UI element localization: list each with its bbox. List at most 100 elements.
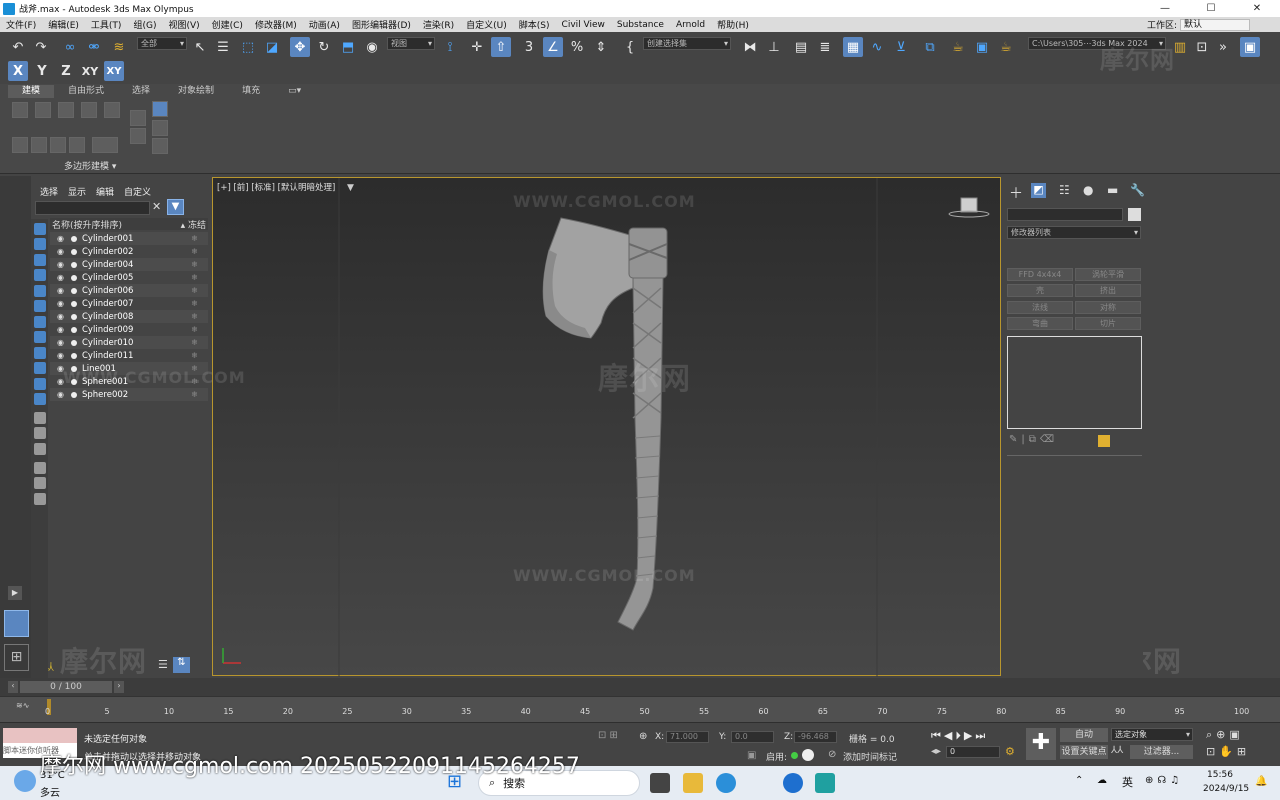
- explorer-item[interactable]: ◉ Cylinder010 ❄: [50, 336, 208, 349]
- ribbon-tab-selection[interactable]: 选择: [118, 85, 164, 98]
- modifier-slice-button[interactable]: 切片: [1075, 317, 1141, 330]
- ribbon-tab-populate[interactable]: 填充: [228, 85, 274, 98]
- render-icon[interactable]: ☕: [996, 37, 1016, 57]
- time-slider-thumb[interactable]: 0 / 100: [20, 681, 112, 693]
- menu-edit[interactable]: 编辑(E): [42, 18, 85, 31]
- modifier-ffd-button[interactable]: FFD 4x4x4: [1007, 268, 1073, 281]
- key-filter-icon[interactable]: ⅄⅄: [1111, 745, 1123, 756]
- viewport-layout-icon[interactable]: ▣: [1240, 37, 1260, 57]
- ribbon-tab-freeform[interactable]: 自由形式: [54, 85, 118, 98]
- select-object-icon[interactable]: ↖: [190, 37, 210, 57]
- angle-snap-icon[interactable]: ∠: [543, 37, 563, 57]
- current-frame-field[interactable]: 0: [946, 746, 1000, 758]
- motion-tab-icon[interactable]: ●: [1083, 183, 1093, 197]
- visibility-eye-icon[interactable]: ◉: [57, 312, 67, 321]
- modifier-stack-list[interactable]: [1007, 336, 1142, 429]
- clock-time[interactable]: 15:56: [1207, 770, 1233, 780]
- menu-animation[interactable]: 动画(A): [303, 18, 346, 31]
- notification-icon[interactable]: 🔔: [1255, 776, 1267, 787]
- filter-funnel-icon[interactable]: [34, 477, 46, 489]
- sort-icon[interactable]: ⇅: [173, 657, 190, 673]
- menu-scripting[interactable]: 脚本(S): [513, 18, 556, 31]
- display-lights-icon[interactable]: [34, 254, 46, 266]
- set-key-button[interactable]: 设置关键点: [1060, 745, 1108, 759]
- menu-group[interactable]: 组(G): [127, 18, 162, 31]
- link-icon[interactable]: ∞: [60, 37, 80, 57]
- curve-editor-icon[interactable]: ∿: [867, 37, 887, 57]
- modifier-shell-button[interactable]: 壳: [1007, 284, 1073, 297]
- render-frame-icon[interactable]: ▣: [972, 37, 992, 57]
- ribbon-side-btn-5[interactable]: [152, 138, 168, 154]
- time-prev-icon[interactable]: ‹: [8, 681, 18, 693]
- visibility-eye-icon[interactable]: ◉: [57, 351, 67, 360]
- freeze-icon[interactable]: ❄: [191, 351, 198, 360]
- time-tag-icon[interactable]: ⊘: [828, 749, 836, 760]
- mirror-icon[interactable]: ⧓: [740, 37, 760, 57]
- ribbon-side-btn-1[interactable]: [130, 110, 146, 126]
- modifier-turbosmooth-button[interactable]: 涡轮平滑: [1075, 268, 1141, 281]
- z-coordinate-field[interactable]: -96.468: [794, 731, 837, 743]
- layer-explorer-icon[interactable]: ≣: [815, 37, 835, 57]
- tray-expand-icon[interactable]: ⌃: [1075, 775, 1083, 786]
- material-editor-icon[interactable]: ⧉: [920, 37, 940, 57]
- close-button[interactable]: ✕: [1234, 0, 1280, 17]
- selection-filter-dropdown[interactable]: 全部: [137, 37, 187, 50]
- ribbon-options-icon[interactable]: ▭▾: [274, 85, 315, 98]
- filter-toggle-icon[interactable]: [34, 462, 46, 474]
- explorer-item[interactable]: ◉ Cylinder011 ❄: [50, 349, 208, 362]
- menu-customize[interactable]: 自定义(U): [460, 18, 513, 31]
- explorer-search-input[interactable]: [35, 201, 150, 215]
- scene-explorer-icon[interactable]: ▤: [791, 37, 811, 57]
- freeze-icon[interactable]: ❄: [191, 286, 198, 295]
- visibility-eye-icon[interactable]: ◉: [57, 273, 67, 282]
- visibility-eye-icon[interactable]: ◉: [57, 390, 67, 399]
- quad-viewport-icon[interactable]: ⊞: [4, 644, 29, 671]
- display-groups-icon[interactable]: [34, 316, 46, 328]
- menu-modifiers[interactable]: 修改器(M): [249, 18, 303, 31]
- minimize-button[interactable]: —: [1142, 0, 1188, 17]
- freeze-icon[interactable]: ❄: [191, 260, 198, 269]
- selection-lock-icon[interactable]: [802, 749, 814, 761]
- visibility-eye-icon[interactable]: ◉: [57, 338, 67, 347]
- explorer-item[interactable]: ◉ Cylinder008 ❄: [50, 310, 208, 323]
- 3dsmax-taskbar-icon[interactable]: [815, 773, 835, 793]
- freeze-icon[interactable]: ❄: [191, 325, 198, 334]
- ribbon-side-btn-3[interactable]: [152, 101, 168, 117]
- ribbon-group-label[interactable]: 多边形建模 ▾: [64, 159, 116, 172]
- display-xrefs-icon[interactable]: [34, 331, 46, 343]
- display-none-icon[interactable]: [34, 427, 46, 439]
- menu-help[interactable]: 帮助(H): [711, 18, 755, 31]
- display-spacewarps-icon[interactable]: [34, 300, 46, 312]
- ribbon-toggle-icon[interactable]: ▦: [843, 37, 863, 57]
- explorer-item[interactable]: ◉ Cylinder004 ❄: [50, 258, 208, 271]
- named-selection-dropdown[interactable]: 创建选择集: [643, 37, 731, 50]
- menu-create[interactable]: 创建(C): [206, 18, 249, 31]
- display-helpers-icon[interactable]: [34, 285, 46, 297]
- track-bar[interactable]: ≋∿ 0 5 10 15 20 25 30 35 40 45 50 55 60 65 70 75 80 85 90 9…: [0, 696, 1280, 722]
- single-viewport-icon[interactable]: [4, 610, 29, 637]
- rect-selection-icon[interactable]: ⬚: [238, 37, 258, 57]
- menu-substance[interactable]: Substance: [611, 20, 670, 30]
- column-name[interactable]: 名称(按升序排序): [52, 218, 122, 231]
- explorer-menu-customize[interactable]: 自定义: [124, 185, 151, 198]
- explorer-menu-edit[interactable]: 编辑: [96, 185, 114, 198]
- ribbon-poly-btn-10[interactable]: [92, 137, 118, 153]
- x-coordinate-field[interactable]: 71.000: [666, 731, 709, 743]
- axis-xy-cycle-button[interactable]: XY: [104, 61, 124, 81]
- configure-sets-icon[interactable]: [1098, 435, 1110, 447]
- edge-beta-icon[interactable]: [783, 773, 803, 793]
- window-crossing-icon[interactable]: ◪: [262, 37, 282, 57]
- display-containers-icon[interactable]: [34, 362, 46, 374]
- schematic-view-icon[interactable]: ⊻: [891, 37, 911, 57]
- add-time-tag[interactable]: 添加时间标记: [843, 750, 897, 763]
- tray-app-icon[interactable]: ☁: [1097, 775, 1107, 786]
- set-key-icon[interactable]: ✚: [1026, 728, 1056, 760]
- object-name-field[interactable]: [1007, 208, 1123, 221]
- adaptive-degradation-icon[interactable]: ▣: [747, 750, 756, 761]
- ribbon-poly-btn-2[interactable]: [35, 102, 51, 118]
- ribbon-poly-btn-7[interactable]: [31, 137, 47, 153]
- visibility-eye-icon[interactable]: ◉: [57, 286, 67, 295]
- display-all-icon[interactable]: [34, 412, 46, 424]
- menu-arnold[interactable]: Arnold: [670, 20, 711, 30]
- menu-views[interactable]: 视图(V): [162, 18, 205, 31]
